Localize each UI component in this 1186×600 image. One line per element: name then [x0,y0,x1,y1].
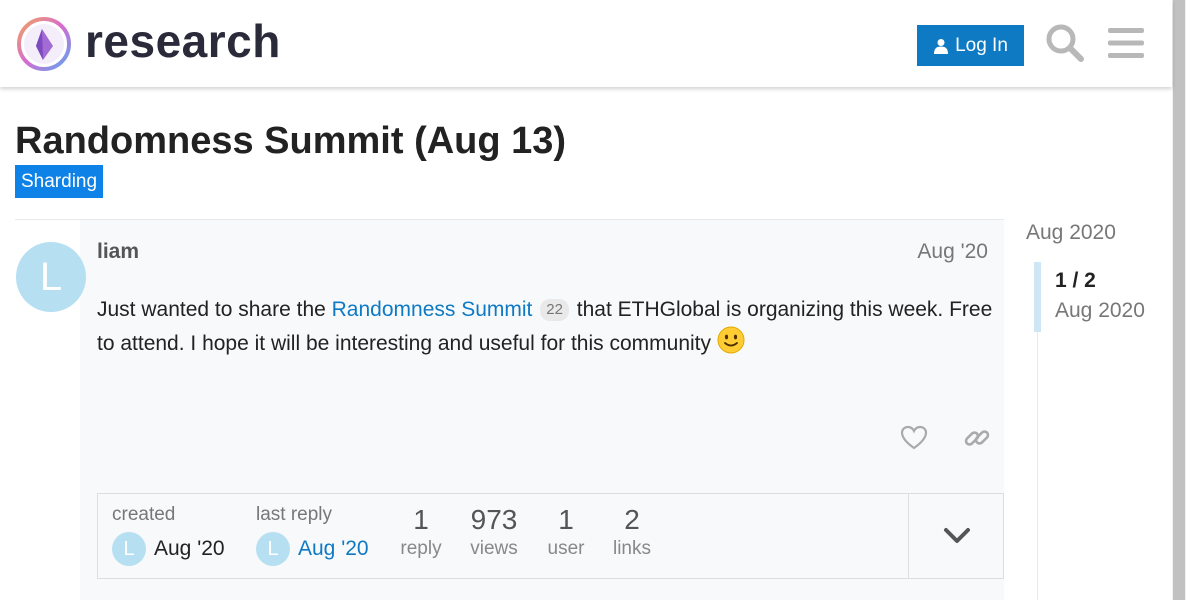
menu-icon[interactable] [1107,25,1145,61]
stat-label: links [612,538,651,559]
post-text-prefix: Just wanted to share the [97,298,332,321]
heart-icon[interactable] [900,424,928,452]
stat-number: 2 [624,504,640,535]
avatar[interactable]: L [16,242,86,312]
last-reply-date[interactable]: Aug '20 [298,537,369,561]
login-button[interactable]: Log In [917,25,1024,66]
timeline-position: 1 / 2 [1055,269,1096,292]
timeline-handle[interactable] [1034,262,1041,332]
stat-number: 1 [558,504,574,535]
last-reply-label: last reply [256,504,333,525]
post-body: Just wanted to share the Randomness Summ… [97,294,997,360]
stat-label: reply [400,538,442,559]
stat-number: 1 [413,504,429,535]
created-section: created L Aug '20 [112,504,225,566]
scrollbar[interactable] [1172,0,1186,600]
stat-number: 973 [470,504,518,535]
slightly-smiling-face-icon [717,326,745,354]
stat-replies: 1 reply [390,504,452,560]
stat-label: user [547,538,585,559]
last-reply-section: last reply L Aug '20 [256,504,369,566]
topic-title[interactable]: Randomness Summit (Aug 13) [15,120,566,163]
category-badge[interactable]: Sharding [15,165,104,198]
stat-links: 2 links [604,504,660,560]
timeline-start-date[interactable]: Aug 2020 [1026,221,1116,245]
stat-users: 1 user [538,504,594,560]
login-label: Log In [955,34,1008,56]
created-date: Aug '20 [154,537,225,560]
scrollbar-thumb[interactable] [1173,0,1185,600]
created-label: created [112,504,176,525]
randomness-summit-link[interactable]: Randomness Summit [332,298,533,321]
avatar[interactable]: L [256,532,290,566]
post-username[interactable]: liam [97,240,139,264]
expand-topic-map-button[interactable] [908,494,1004,578]
chevron-down-icon [943,528,970,543]
link-icon[interactable] [963,424,991,452]
link-click-count: 22 [540,299,569,321]
stat-label: views [470,538,518,559]
timeline-current-date: Aug 2020 [1055,299,1145,322]
user-icon [934,38,949,54]
site-header: research Log In [0,0,1172,87]
logo-icon[interactable] [16,16,72,72]
stat-views: 973 views [462,504,526,560]
search-icon[interactable] [1045,23,1085,63]
post-date[interactable]: Aug '20 [917,240,988,264]
avatar[interactable]: L [112,532,146,566]
topic-map: created L Aug '20 last reply L Aug '20 1… [97,493,1004,579]
site-title[interactable]: research [85,14,281,68]
